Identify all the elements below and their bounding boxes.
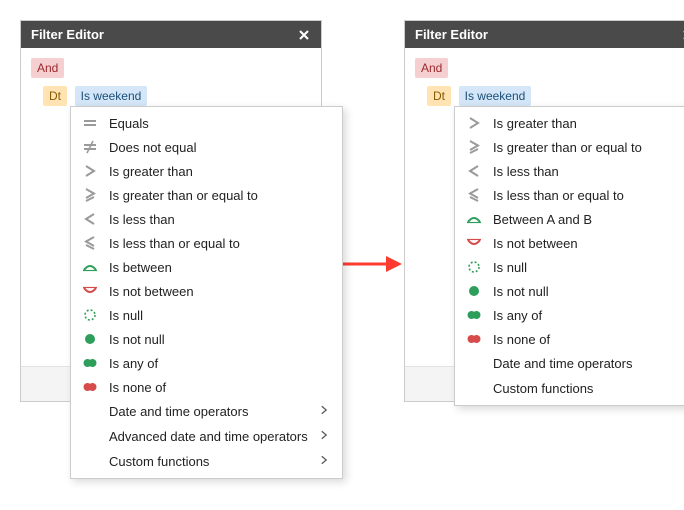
menu-item-label: Is not between [109,284,330,299]
group-operator-pill[interactable]: And [415,58,448,78]
menu-item-any-of[interactable]: Is any of [455,303,684,327]
menu-item-not-null[interactable]: Is not null [455,279,684,303]
menu-item-greater-eq[interactable]: Is greater than or equal to [455,135,684,159]
menu-item-is-null[interactable]: Is null [455,255,684,279]
menu-item-not-null[interactable]: Is not null [71,327,342,351]
menu-item-label: Is null [109,308,330,323]
operator-menu-before[interactable]: Equals Does not equal Is greater than Is gr… [70,106,343,479]
not-null-icon [465,283,483,299]
menu-item-custom-functions[interactable]: Custom functions [455,376,684,401]
menu-item-custom-functions[interactable]: Custom functions [71,449,342,474]
menu-item-label: Is not null [109,332,330,347]
is-null-icon [81,307,99,323]
field-pill[interactable]: Dt [427,86,451,106]
menu-item-none-of[interactable]: Is none of [455,327,684,351]
is-null-icon [465,259,483,275]
blank-icon [465,381,483,397]
menu-item-label: Custom functions [493,381,671,396]
menu-item-label: Custom functions [109,454,308,469]
menu-item-label: Is any of [493,308,684,323]
menu-item-label: Is any of [109,356,330,371]
between-icon [465,211,483,227]
menu-item-less-eq[interactable]: Is less than or equal to [71,231,342,255]
any-of-icon [465,307,483,323]
menu-item-label: Is not null [493,284,684,299]
menu-item-label: Is greater than [109,164,330,179]
any-of-icon [81,355,99,371]
menu-item-label: Is greater than or equal to [493,140,684,155]
menu-item-advanced-date-and-time-operators[interactable]: Advanced date and time operators [71,424,342,449]
blank-icon [81,404,99,420]
blank-icon [81,454,99,470]
between-icon [81,259,99,275]
menu-item-equals[interactable]: Equals [71,111,342,135]
none-of-icon [465,331,483,347]
panel-header: Filter Editor [21,21,321,48]
blank-icon [465,356,483,372]
menu-item-label: Date and time operators [493,356,671,371]
menu-item-greater[interactable]: Is greater than [71,159,342,183]
menu-item-not-equal[interactable]: Does not equal [71,135,342,159]
menu-item-label: Is less than [493,164,684,179]
condition-pill[interactable]: Is weekend [459,86,532,106]
menu-item-none-of[interactable]: Is none of [71,375,342,399]
less-eq-icon [465,187,483,203]
condition-pill[interactable]: Is weekend [75,86,148,106]
menu-item-label: Is between [109,260,330,275]
none-of-icon [81,379,99,395]
field-pill[interactable]: Dt [43,86,67,106]
menu-item-is-null[interactable]: Is null [71,303,342,327]
menu-item-greater[interactable]: Is greater than [455,111,684,135]
menu-item-date-and-time-operators[interactable]: Date and time operators [71,399,342,424]
chevron-right-icon [318,428,330,445]
chevron-right-icon [318,453,330,470]
close-icon[interactable] [297,28,311,42]
menu-item-label: Is not between [493,236,684,251]
not-null-icon [81,331,99,347]
menu-item-label: Is less than or equal to [109,236,330,251]
menu-item-not-between[interactable]: Is not between [71,279,342,303]
menu-item-less[interactable]: Is less than [455,159,684,183]
less-icon [81,211,99,227]
menu-item-label: Between A and B [493,212,684,227]
less-icon [465,163,483,179]
menu-item-label: Is none of [493,332,684,347]
not-between-icon [465,235,483,251]
menu-item-label: Equals [109,116,330,131]
greater-icon [465,115,483,131]
menu-item-between[interactable]: Is between [71,255,342,279]
greater-eq-icon [465,139,483,155]
not-equal-icon [81,139,99,155]
menu-item-label: Date and time operators [109,404,308,419]
blank-icon [81,429,99,445]
menu-item-between[interactable]: Between A and B [455,207,684,231]
menu-item-not-between[interactable]: Is not between [455,231,684,255]
greater-icon [81,163,99,179]
menu-item-greater-eq[interactable]: Is greater than or equal to [71,183,342,207]
menu-item-any-of[interactable]: Is any of [71,351,342,375]
less-eq-icon [81,235,99,251]
menu-item-date-and-time-operators[interactable]: Date and time operators [455,351,684,376]
menu-item-less-eq[interactable]: Is less than or equal to [455,183,684,207]
menu-item-less[interactable]: Is less than [71,207,342,231]
menu-item-label: Is greater than [493,116,684,131]
menu-item-label: Is greater than or equal to [109,188,330,203]
panel-header: Filter Editor [405,21,684,48]
menu-item-label: Is less than [109,212,330,227]
menu-item-label: Is none of [109,380,330,395]
menu-item-label: Does not equal [109,140,330,155]
menu-item-label: Is less than or equal to [493,188,684,203]
panel-title: Filter Editor [415,27,488,42]
greater-eq-icon [81,187,99,203]
chevron-right-icon [318,403,330,420]
menu-item-label: Is null [493,260,684,275]
operator-menu-after[interactable]: Is greater than Is greater than or equal … [454,106,684,406]
group-operator-pill[interactable]: And [31,58,64,78]
not-between-icon [81,283,99,299]
equals-icon [81,115,99,131]
panel-title: Filter Editor [31,27,104,42]
menu-item-label: Advanced date and time operators [109,429,308,444]
